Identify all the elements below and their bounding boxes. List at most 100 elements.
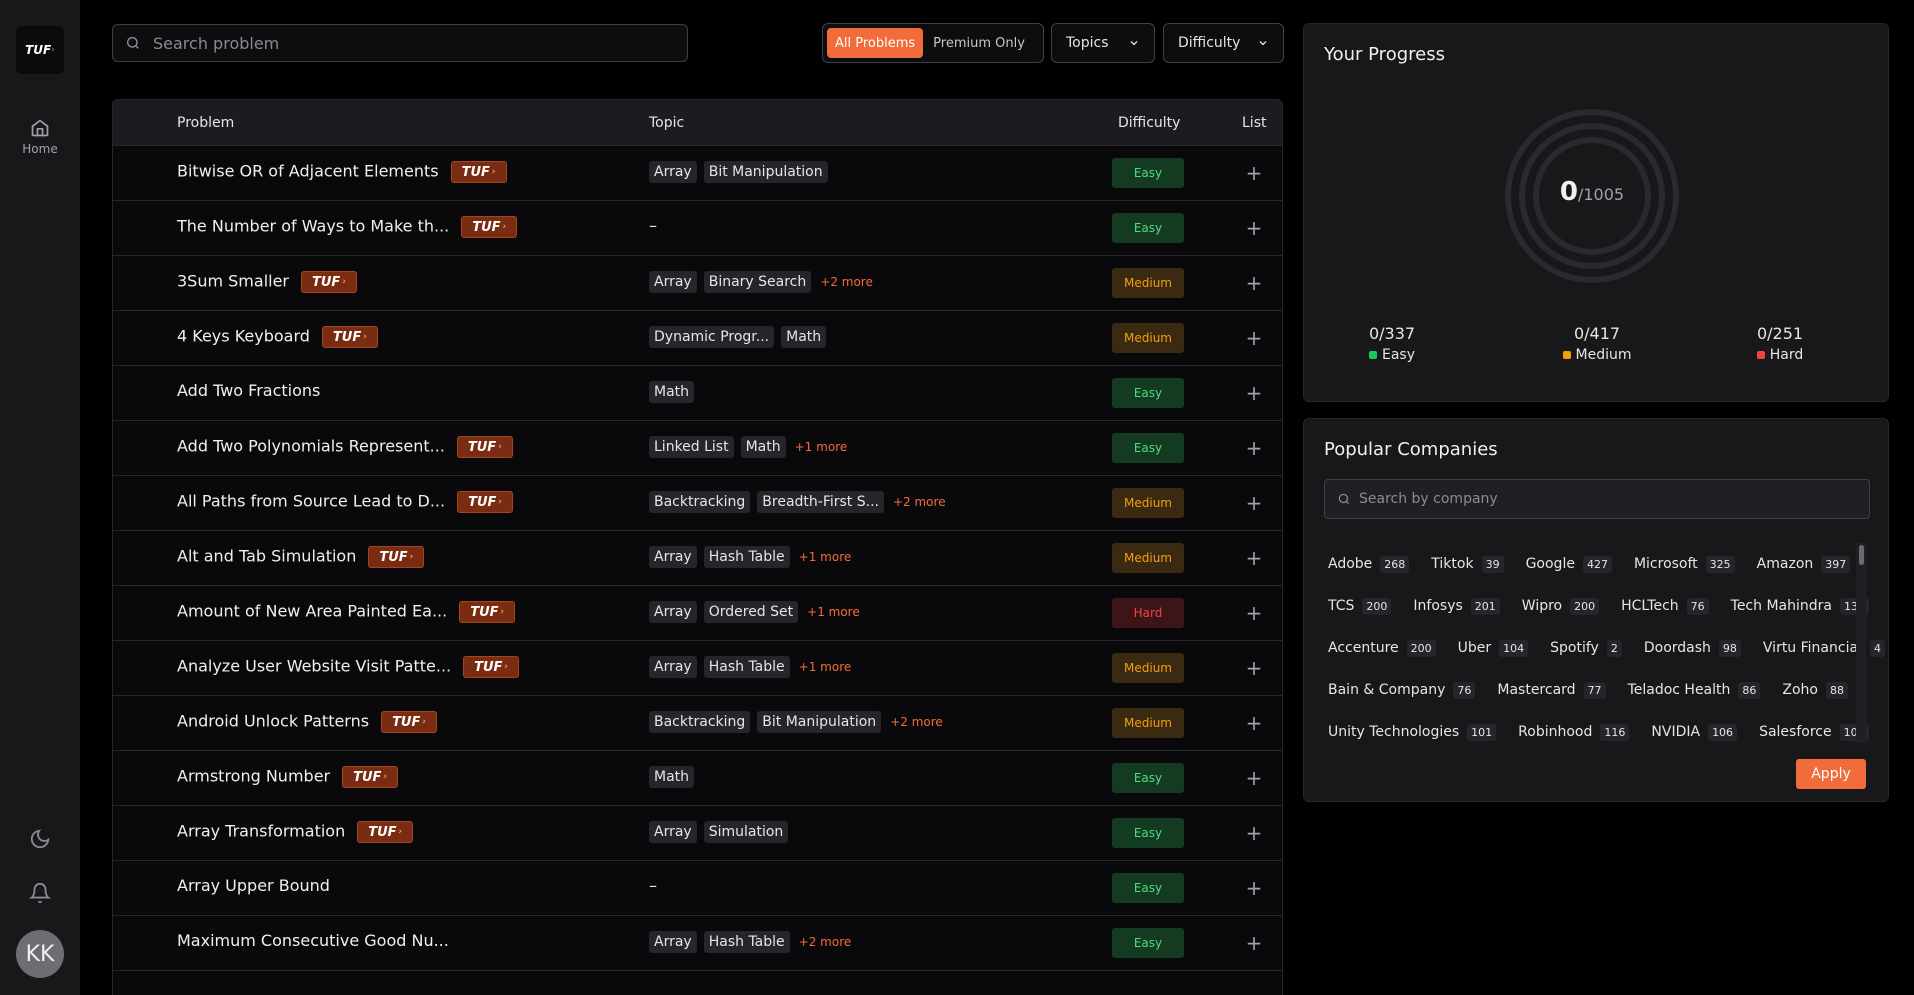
more-topics-link[interactable]: +2 more [890,715,943,729]
problem-title[interactable]: 4 Keys Keyboard [177,327,310,346]
problem-search-input[interactable] [153,33,653,53]
add-to-list-plus-icon[interactable]: + [1245,273,1263,293]
more-topics-link[interactable]: +1 more [799,550,852,564]
problem-name[interactable]: Amount of New Area Painted Ea... TUF › [177,601,516,623]
table-row[interactable]: Maximum Consecutive Good Nu... Array Hash … [113,916,1282,971]
home-nav-item[interactable]: Home [0,118,80,164]
more-topics-link[interactable]: +2 more [820,275,873,289]
company-item[interactable]: Zoho 88 [1782,681,1848,699]
difficulty-dropdown[interactable]: Difficulty [1163,23,1284,63]
problem-name[interactable]: 3Sum Smaller TUF › [177,271,358,293]
table-row[interactable]: Amount of New Area Painted Ea... TUF › Arra… [113,586,1282,641]
problem-title[interactable]: Add Two Fractions [177,381,320,400]
topic-chip[interactable]: Backtracking [649,711,751,733]
problem-title[interactable]: Add Two Polynomials Represent... [177,437,445,456]
topic-chip[interactable]: Array [649,546,697,568]
topic-chip[interactable]: Array [649,931,697,953]
company-list-scrollbar[interactable] [1856,543,1866,743]
company-item[interactable]: NVIDIA 106 [1651,723,1738,741]
problem-name[interactable]: All Paths from Source Lead to D... TUF › [177,491,514,513]
table-row[interactable]: Alt and Tab Simulation TUF › Array Hash Tabl… [113,531,1282,586]
table-row[interactable]: Bitwise OR of Adjacent Elements TUF › Array… [113,146,1282,201]
problem-name[interactable]: Bitwise OR of Adjacent Elements TUF › [177,161,507,183]
problem-name[interactable]: Android Unlock Patterns TUF › [177,711,438,733]
topic-chip[interactable]: Hash Table [703,656,790,678]
add-to-list-plus-icon[interactable]: + [1245,548,1263,568]
topic-chip[interactable]: Backtracking [649,491,751,513]
topic-chip[interactable]: Ordered Set [703,601,799,623]
add-to-list-plus-icon[interactable]: + [1245,933,1263,953]
table-row[interactable]: Array Transformation TUF › Array Simulation E… [113,806,1282,861]
table-row[interactable]: The Number of Ways to Make th... TUF › – Eas… [113,201,1282,256]
problem-title[interactable]: Array Upper Bound [177,876,330,895]
company-item[interactable]: Unity Technologies 101 [1328,723,1497,741]
company-item[interactable]: Adobe 268 [1328,555,1410,573]
company-item[interactable]: Salesforce 105 [1759,723,1869,741]
problem-title[interactable]: Alt and Tab Simulation [177,547,356,566]
company-item[interactable]: Google 427 [1526,555,1612,573]
company-item[interactable]: Robinhood 116 [1518,723,1630,741]
problem-title[interactable]: Analyze User Website Visit Patte... [177,657,451,676]
topic-chip[interactable]: Array [649,161,697,183]
more-topics-link[interactable]: +1 more [799,660,852,674]
more-topics-link[interactable]: +2 more [893,495,946,509]
company-item[interactable]: Amazon 397 [1757,555,1851,573]
topic-chip[interactable]: Math [781,326,827,348]
topic-chip[interactable]: Math [649,381,695,403]
more-topics-link[interactable]: +2 more [799,935,852,949]
topic-chip[interactable]: Array [649,271,697,293]
table-row[interactable]: 4 Keys Keyboard TUF › Dynamic Progr... Math M… [113,311,1282,366]
notification-bell-icon[interactable] [27,880,53,906]
problem-title[interactable]: Bitwise OR of Adjacent Elements [177,162,439,181]
add-to-list-plus-icon[interactable]: + [1245,603,1263,623]
problem-title[interactable]: All Paths from Source Lead to D... [177,492,445,511]
scrollbar-thumb[interactable] [1859,545,1864,565]
topic-chip[interactable]: Array [649,821,697,843]
problem-title[interactable]: Array Transformation [177,822,345,841]
problem-title[interactable]: Armstrong Number [177,767,330,786]
topic-chip[interactable]: Breadth-First S... [757,491,884,513]
problem-title[interactable]: Android Unlock Patterns [177,712,369,731]
company-item[interactable]: Uber 104 [1458,639,1529,657]
topic-chip[interactable]: Bit Manipulation [757,711,882,733]
company-item[interactable]: Accenture 200 [1328,639,1436,657]
company-item[interactable]: Wipro 200 [1522,597,1600,615]
topic-chip[interactable]: Binary Search [703,271,812,293]
problem-title[interactable]: 3Sum Smaller [177,272,289,291]
problem-name[interactable]: 4 Keys Keyboard TUF › [177,326,378,348]
more-topics-link[interactable]: +1 more [807,605,860,619]
theme-toggle-moon-icon[interactable] [27,826,53,852]
company-item[interactable]: Bain & Company 76 [1328,681,1476,699]
problem-title[interactable]: The Number of Ways to Make th... [177,217,449,236]
problem-name[interactable]: Alt and Tab Simulation TUF › [177,546,425,568]
problem-name[interactable]: Add Two Polynomials Represent... TUF › [177,436,513,458]
table-row[interactable]: Analyze User Website Visit Patte... TUF › A… [113,641,1282,696]
all-problems-button[interactable]: All Problems [827,28,924,58]
problem-name[interactable]: Array Upper Bound [177,876,330,895]
topic-chip[interactable]: Linked List [649,436,734,458]
company-item[interactable]: Mastercard 77 [1497,681,1606,699]
problem-title[interactable]: Amount of New Area Painted Ea... [177,602,447,621]
topic-chip[interactable]: Array [649,601,697,623]
table-row[interactable]: Array Upper Bound – Easy + [113,861,1282,916]
company-item[interactable]: Virtu Financial 4 [1763,639,1885,657]
problem-name[interactable]: Maximum Consecutive Good Nu... [177,931,449,950]
apply-button[interactable]: Apply [1796,759,1866,789]
company-item[interactable]: HCLTech 76 [1621,597,1709,615]
table-row[interactable]: Armstrong Number TUF › Math Easy + [113,751,1282,806]
table-row[interactable]: All Paths from Source Lead to D... TUF › Ba… [113,476,1282,531]
company-search-input[interactable] [1359,491,1859,507]
table-row[interactable]: Android Unlock Patterns TUF › Backtracking B… [113,696,1282,751]
company-item[interactable]: Tech Mahindra 139 [1731,597,1869,615]
add-to-list-plus-icon[interactable]: + [1245,713,1263,733]
table-row[interactable]: Add Two Fractions Math Easy + [113,366,1282,421]
problem-name[interactable]: Armstrong Number TUF › [177,766,399,788]
company-search-box[interactable] [1324,479,1870,519]
more-topics-link[interactable]: +1 more [795,440,848,454]
add-to-list-plus-icon[interactable]: + [1245,328,1263,348]
add-to-list-plus-icon[interactable]: + [1245,658,1263,678]
company-item[interactable]: TCS 200 [1328,597,1392,615]
add-to-list-plus-icon[interactable]: + [1245,163,1263,183]
add-to-list-plus-icon[interactable]: + [1245,493,1263,513]
topic-chip[interactable]: Hash Table [703,931,790,953]
